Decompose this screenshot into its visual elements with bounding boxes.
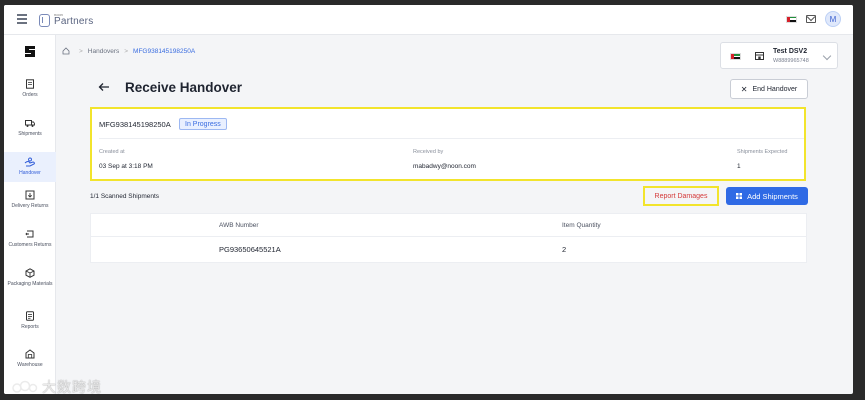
sidebar-item-label: Warehouse (17, 362, 43, 368)
watermark-text: 大数跨境 (42, 380, 102, 394)
scanned-shipments-count: 1/1 Scanned Shipments (90, 193, 160, 200)
breadcrumb-current: MFG938145198250A (133, 47, 196, 55)
item-quantity-cell: 2 (562, 245, 567, 254)
close-icon: ✕ (740, 84, 748, 94)
shipments-expected-label: Shipments Expected (737, 149, 788, 155)
truck-icon (25, 120, 35, 127)
table-header-quantity: Item Quantity (562, 222, 601, 229)
sidebar-item-label: Orders (22, 92, 38, 98)
sidebar-item-label: Delivery Returns (11, 203, 49, 209)
delivery-returns-icon (25, 190, 35, 200)
sidebar-item-shipments[interactable]: Shipments (4, 118, 56, 138)
add-shipments-button[interactable]: Add Shipments (726, 187, 808, 205)
sidebar-item-label: Handover (19, 170, 41, 176)
report-damages-button[interactable]: Report Damages (643, 186, 719, 206)
received-by-label: Received by (413, 149, 444, 155)
customer-returns-icon (25, 230, 34, 238)
watermark: 大数跨境 (12, 377, 102, 394)
app-window: noon Partners M Orders Shipments Handove (4, 5, 853, 394)
breadcrumb-separator: > (124, 47, 129, 55)
status-badge: In Progress (179, 118, 227, 130)
breadcrumb: > Handovers > MFG938145198250A (62, 47, 195, 55)
noon-logo-icon (39, 13, 50, 27)
chevron-down-icon (822, 51, 832, 61)
page-title: Receive Handover (125, 80, 243, 95)
uae-flag-icon[interactable] (786, 15, 797, 23)
table-header-awb: AWB Number (219, 222, 259, 229)
top-bar: noon Partners M (4, 5, 853, 35)
sidebar-item-label: Customers Returns (8, 242, 52, 248)
brand-logo[interactable]: noon Partners (39, 12, 93, 28)
divider (99, 138, 804, 139)
package-icon (25, 268, 35, 278)
user-avatar[interactable]: M (825, 11, 841, 27)
warehouse-selector[interactable]: Test DSV2 W8889965748 (720, 42, 838, 69)
add-shipments-label: Add Shipments (747, 191, 798, 201)
shipments-expected-value: 1 (737, 163, 741, 170)
watermark-logo-icon (12, 380, 38, 393)
end-handover-button[interactable]: ✕ End Handover (730, 79, 808, 99)
sidebar-item-orders[interactable]: Orders (4, 79, 56, 99)
grid-icon (736, 193, 743, 199)
sidebar-item-reports[interactable]: Reports (4, 311, 56, 331)
breadcrumb-handovers-link[interactable]: Handovers (88, 48, 119, 55)
divider (91, 236, 806, 237)
breadcrumb-separator: > (79, 47, 83, 55)
sidebar-item-delivery-returns[interactable]: Delivery Returns (4, 190, 56, 210)
brand-name: Partners (54, 16, 94, 27)
reports-icon (26, 311, 34, 321)
warehouse-name: Test DSV2 (773, 48, 808, 55)
sidebar-item-customers-returns[interactable]: Customers Returns (4, 229, 56, 249)
sidebar: Orders Shipments Handover Delivery Retur… (4, 35, 56, 394)
store-icon (755, 52, 764, 60)
created-at-label: Created at (99, 149, 125, 155)
warehouse-id: W8889965748 (773, 58, 809, 64)
mail-icon[interactable] (806, 15, 816, 23)
orders-icon (26, 79, 34, 89)
menu-icon[interactable] (17, 14, 27, 24)
uae-flag-icon (730, 53, 741, 60)
awb-number-cell: PG93650645521A (219, 245, 281, 254)
home-icon[interactable] (62, 47, 70, 55)
sidebar-item-label: Shipments (18, 131, 42, 137)
sidebar-item-packaging-materials[interactable]: Packaging Materials (4, 268, 56, 288)
warehouse-icon (25, 349, 35, 359)
created-at-value: 03 Sep at 3:18 PM (99, 163, 153, 170)
sidebar-item-label: Reports (21, 324, 39, 330)
sidebar-item-handover[interactable]: Handover (4, 152, 56, 182)
handover-icon (24, 157, 35, 167)
sidebar-item-warehouse[interactable]: Warehouse (4, 349, 56, 369)
end-handover-label: End Handover (752, 85, 798, 93)
shipments-table: AWB Number Item Quantity PG93650645521A … (90, 213, 807, 263)
handover-info-card: MFG938145198250A In Progress Created at … (90, 107, 806, 181)
back-arrow-icon[interactable] (98, 82, 110, 92)
handover-id: MFG938145198250A (99, 120, 171, 129)
app-logo-icon[interactable] (23, 45, 37, 61)
sidebar-item-label: Packaging Materials (7, 281, 53, 287)
received-by-value: mabadwy@noon.com (413, 163, 476, 170)
